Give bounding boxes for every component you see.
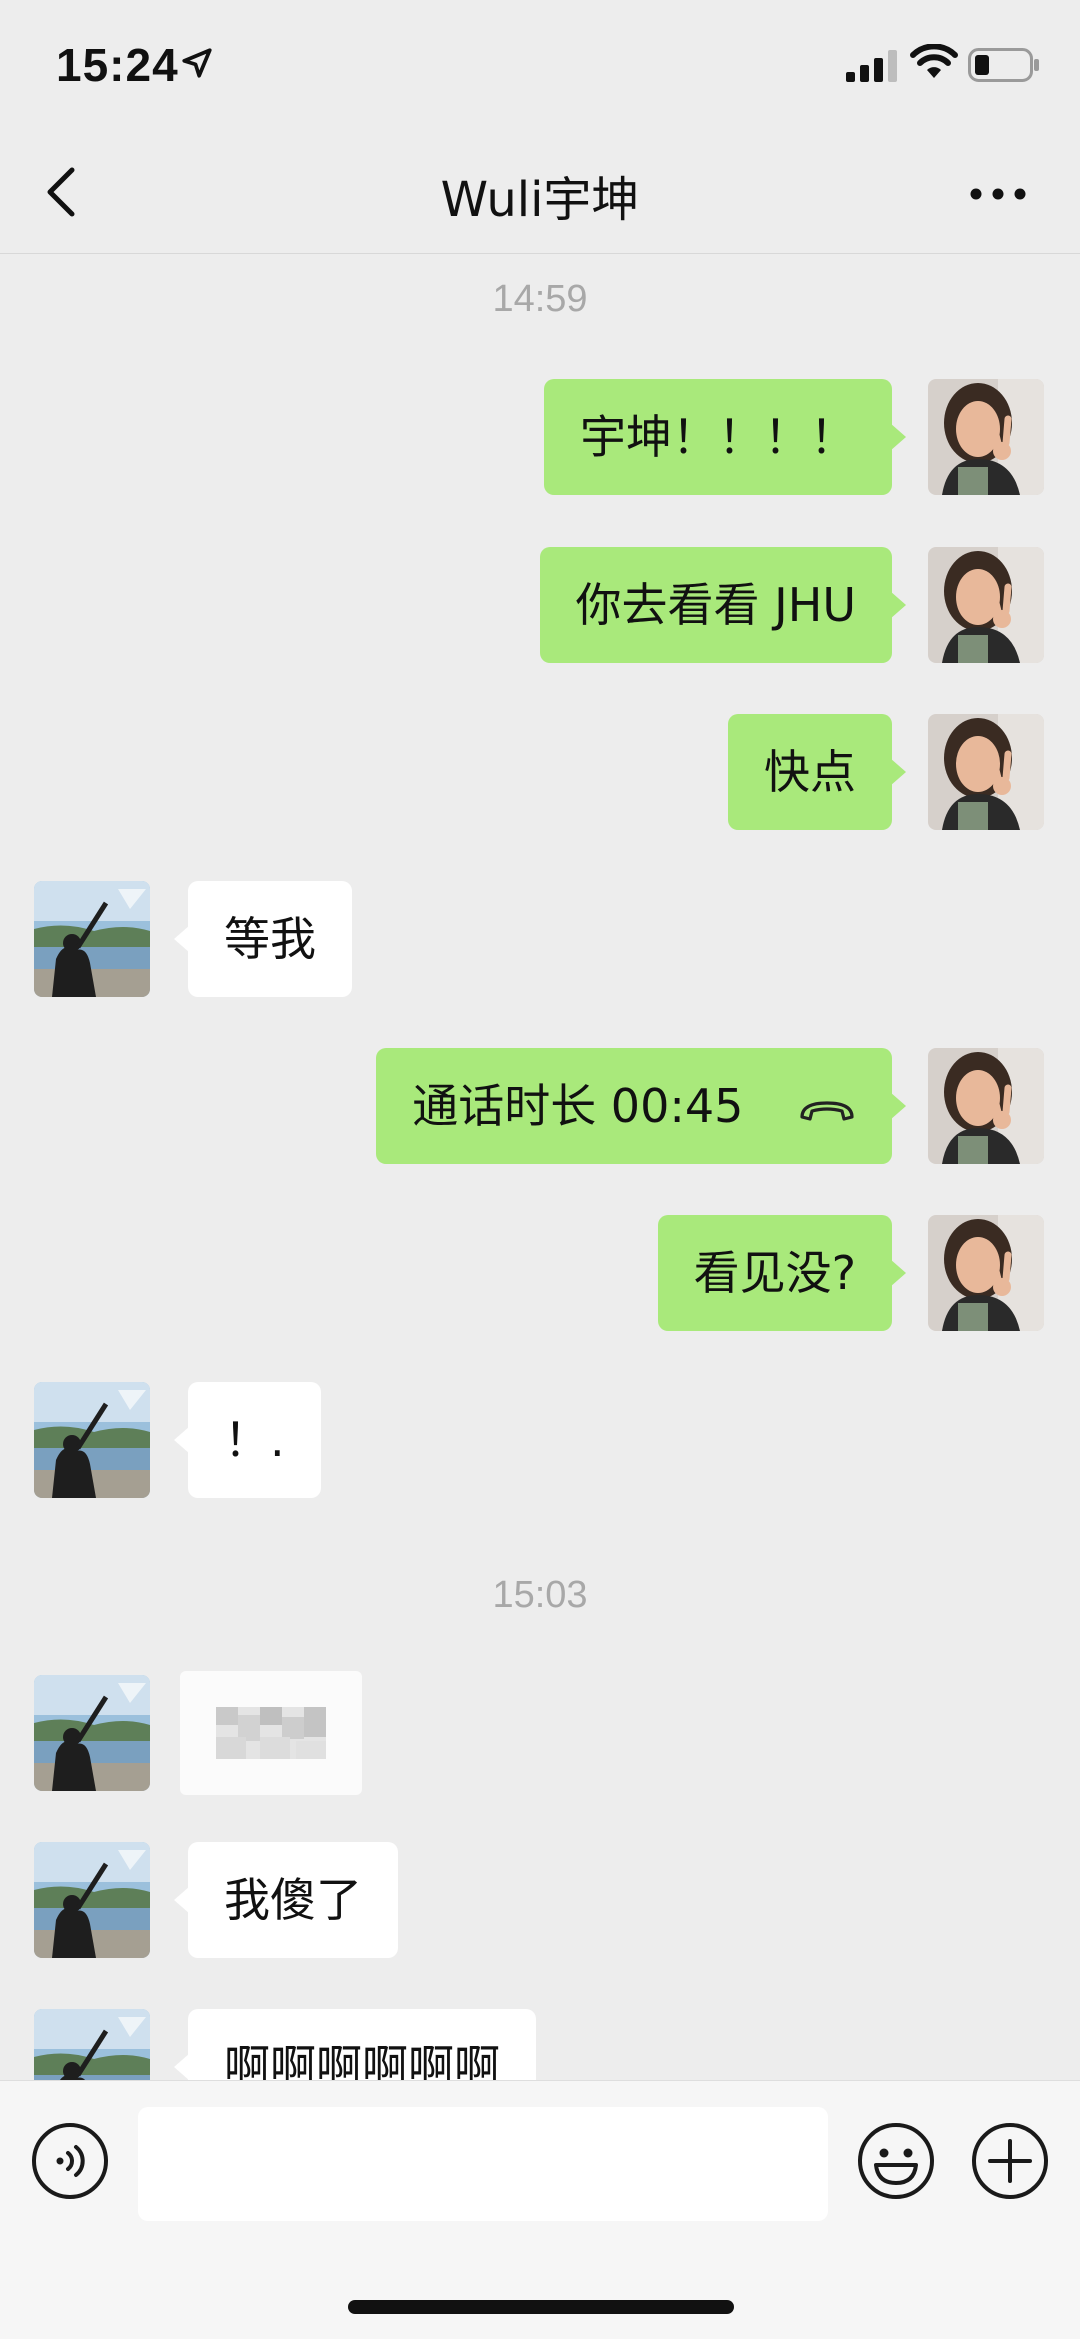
- message-timestamp: 15:03: [492, 1574, 588, 1616]
- received-message-bubble[interactable]: 我傻了: [174, 1842, 398, 1958]
- sent-message-bubble[interactable]: 你去看看 JHU: [539, 547, 907, 663]
- contact-avatar[interactable]: [34, 881, 150, 997]
- blurred-image-thumbnail: [216, 1707, 326, 1759]
- received-message-bubble[interactable]: ！.: [174, 1382, 321, 1498]
- emoji-icon[interactable]: [856, 2121, 936, 2201]
- my-avatar[interactable]: [928, 379, 1044, 495]
- status-bar: 15:24: [0, 0, 1080, 132]
- status-time: 15:24: [56, 39, 179, 91]
- contact-avatar[interactable]: [34, 1382, 150, 1498]
- message-list[interactable]: 14:59 宇坤！！！！ 你去看看 JHU 快点 等我 通话时长 00:45 看…: [0, 254, 1080, 2080]
- plus-icon[interactable]: [970, 2121, 1050, 2201]
- chat-title: Wuli宇坤: [440, 172, 640, 228]
- received-message-bubble[interactable]: 啊啊啊啊啊啊: [174, 2009, 536, 2080]
- location-arrow-icon: [182, 48, 212, 78]
- contact-avatar[interactable]: [34, 2009, 150, 2080]
- my-avatar[interactable]: [928, 547, 1044, 663]
- home-indicator[interactable]: [348, 2300, 734, 2314]
- contact-avatar[interactable]: [34, 1842, 150, 1958]
- wifi-icon: [910, 44, 958, 78]
- sent-message-bubble[interactable]: 宇坤！！！！: [544, 379, 906, 495]
- my-avatar[interactable]: [928, 714, 1044, 830]
- message-input[interactable]: [138, 2107, 828, 2221]
- cellular-signal-icon: [846, 50, 897, 82]
- voice-input-icon[interactable]: [30, 2121, 110, 2201]
- received-image-message[interactable]: [180, 1671, 362, 1795]
- contact-avatar[interactable]: [34, 1675, 150, 1791]
- chat-header: Wuli宇坤: [0, 132, 1080, 254]
- call-duration-text: 通话时长 00:45: [412, 1079, 744, 1133]
- my-avatar[interactable]: [928, 1215, 1044, 1331]
- phone-hangup-icon: [800, 1100, 854, 1121]
- more-dots-icon[interactable]: [968, 174, 1028, 214]
- message-timestamp: 14:59: [492, 278, 588, 320]
- sent-message-bubble[interactable]: 看见没?: [657, 1215, 907, 1331]
- my-avatar[interactable]: [928, 1048, 1044, 1164]
- battery-low-icon: [968, 48, 1039, 82]
- sent-message-bubble[interactable]: 快点: [728, 714, 906, 830]
- received-message-bubble[interactable]: 等我: [174, 881, 352, 997]
- call-record-bubble[interactable]: 通话时长 00:45: [376, 1048, 906, 1164]
- chevron-left-icon[interactable]: [40, 162, 84, 222]
